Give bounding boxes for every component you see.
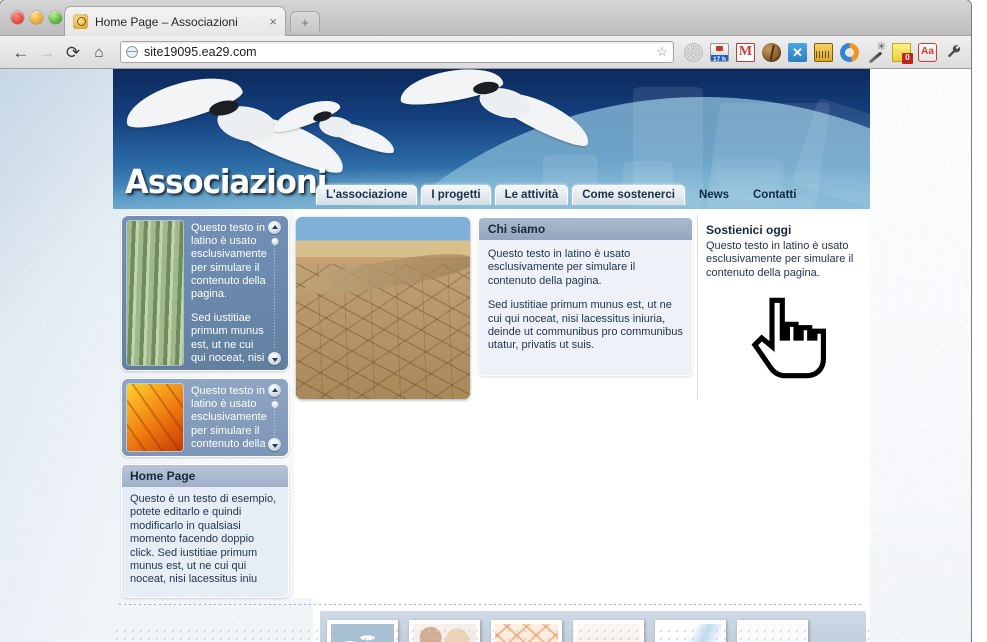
homepage-panel-text[interactable]: Questo è un testo di esempio, potete edi… [122,487,288,597]
close-window-button[interactable] [11,11,24,24]
nav-item-contatti[interactable]: Contatti [743,185,806,205]
sostienici-text: Questo testo in latino è usato esclusiva… [706,240,854,279]
blue-x-icon[interactable]: ✕ [788,42,807,62]
scroll-down-icon[interactable] [268,438,282,452]
browser-tab-active[interactable]: Home Page – Associazioni × [64,6,286,36]
coffee-bean-icon[interactable] [762,42,781,62]
promo-box-1[interactable]: Questo testo in latino è usato esclusiva… [121,215,289,372]
homepage-panel: Home Page Questo è un testo di esempio, … [121,464,289,598]
nav-item-come-sostenerci[interactable]: Come sostenerci [572,185,685,205]
homepage-panel-title: Home Page [122,465,288,488]
sync-icon[interactable] [840,42,859,62]
nav-item-le-attivita[interactable]: Le attività [494,185,569,205]
back-button[interactable]: ← [8,44,34,61]
magic-wand-icon[interactable] [866,40,886,62]
sticky-note-badge: 0 [902,52,913,64]
window-traffic-lights [11,11,62,24]
bookmark-star-icon[interactable]: ☆ [656,44,668,60]
promo-box-2-para1: Questo testo in latino è usato esclusiva… [191,385,267,450]
nav-item-news[interactable]: News [689,185,739,205]
clock-17h-icon[interactable]: 17 h [710,42,729,62]
promo-box-2-scrollbar[interactable] [267,384,283,452]
address-bar-url: site19095.ea29.com [144,45,257,59]
site-banner: Associazioni L'associazione I progetti L… [113,69,870,209]
seagull-icon [269,93,401,169]
scroll-up-icon[interactable] [268,384,282,398]
page-favicon-icon [73,14,88,29]
site-logo: Associazioni [125,162,327,201]
wrench-icon[interactable] [944,43,963,62]
sostienici-title: Sostienici oggi [706,223,792,237]
close-tab-icon[interactable]: × [269,15,277,28]
content-row: Questo testo in latino è usato esclusiva… [113,209,870,598]
forward-button[interactable]: → [34,44,60,61]
address-bar[interactable]: site19095.ea29.com ☆ [120,41,674,63]
scroll-track[interactable] [271,236,279,351]
pointing-hand-cursor-icon [740,290,852,386]
browser-window: Home Page – Associazioni × + ← → ⟳ ⌂ sit… [0,0,971,642]
site-globe-icon [126,46,138,58]
chi-siamo-panel: Chi siamo Questo testo in latino è usato… [477,217,693,376]
gear-icon[interactable] [684,42,703,62]
promo-box-1-text: Questo testo in latino è usato esclusiva… [183,221,267,365]
site-content: Questo testo in latino è usato esclusiva… [113,209,870,642]
browser-tab-strip: Home Page – Associazioni × + [0,0,971,36]
nav-item-i-progetti[interactable]: I progetti [421,185,491,205]
scroll-thumb[interactable] [271,238,279,245]
main-column: Chi siamo Questo testo in latino è usato… [293,209,870,598]
main-navigation: L'associazione I progetti Le attività Co… [316,185,806,205]
new-tab-button[interactable]: + [290,11,320,33]
website-root: Associazioni L'associazione I progetti L… [113,69,870,642]
browser-tab-title: Home Page – Associazioni [95,14,238,29]
minimize-window-button[interactable] [30,11,43,24]
gmail-icon[interactable]: M [736,42,755,62]
promo-thumb-cactus [127,221,183,366]
maximize-window-button[interactable] [49,11,62,24]
promo-thumb-autumn-leaf [127,384,183,452]
main-photo-cracked-desert [295,217,470,399]
seagull-icon [395,69,596,179]
main-feature-row: Chi siamo Questo testo in latino è usato… [294,215,870,399]
promo-box-1-scrollbar[interactable] [267,221,283,366]
promo-box-1-para2: Sed iustitiae primum munus est, ut ne cu… [191,312,265,364]
chi-siamo-title: Chi siamo [478,218,692,240]
page-viewport: Associazioni L'associazione I progetti L… [0,69,971,642]
nav-item-lassociazione[interactable]: L'associazione [316,185,418,205]
sticky-note-icon[interactable]: 0 [892,42,913,64]
scroll-down-icon[interactable] [268,352,282,366]
left-sidebar: Questo testo in latino è usato esclusiva… [113,209,294,598]
clock-17h-label: 17 h [711,54,728,62]
promo-box-1-para1: Questo testo in latino è usato esclusiva… [191,222,267,301]
promo-box-2-text: Questo testo in latino è usato esclusiva… [183,384,267,451]
scroll-up-icon[interactable] [268,221,282,234]
chi-siamo-body[interactable]: Questo testo in latino è usato esclusiva… [479,240,692,375]
ruler-icon[interactable] [814,42,833,62]
home-button[interactable]: ⌂ [86,45,112,60]
right-sidebar: Sostienici oggi Questo testo in latino è… [697,215,870,399]
font-size-aa-icon[interactable]: Aa [918,42,937,62]
promo-box-2[interactable]: Questo testo in latino è usato esclusiva… [121,378,289,458]
browser-toolbar: ← → ⟳ ⌂ site19095.ea29.com ☆ 17 h M ✕ ✳ … [0,36,971,69]
scroll-track[interactable] [271,399,279,437]
reload-button[interactable]: ⟳ [60,44,86,61]
desktop: Home Page – Associazioni × + ← → ⟳ ⌂ sit… [0,0,987,642]
scroll-thumb[interactable] [271,401,279,409]
page-dot-pattern [113,627,870,642]
chi-siamo-para1: Questo testo in latino è usato esclusiva… [487,248,636,287]
extension-toolbar: 17 h M ✕ 0 Aa [680,40,963,64]
chi-siamo-para2: Sed iustitiae primum munus est, ut ne cu… [487,299,683,352]
